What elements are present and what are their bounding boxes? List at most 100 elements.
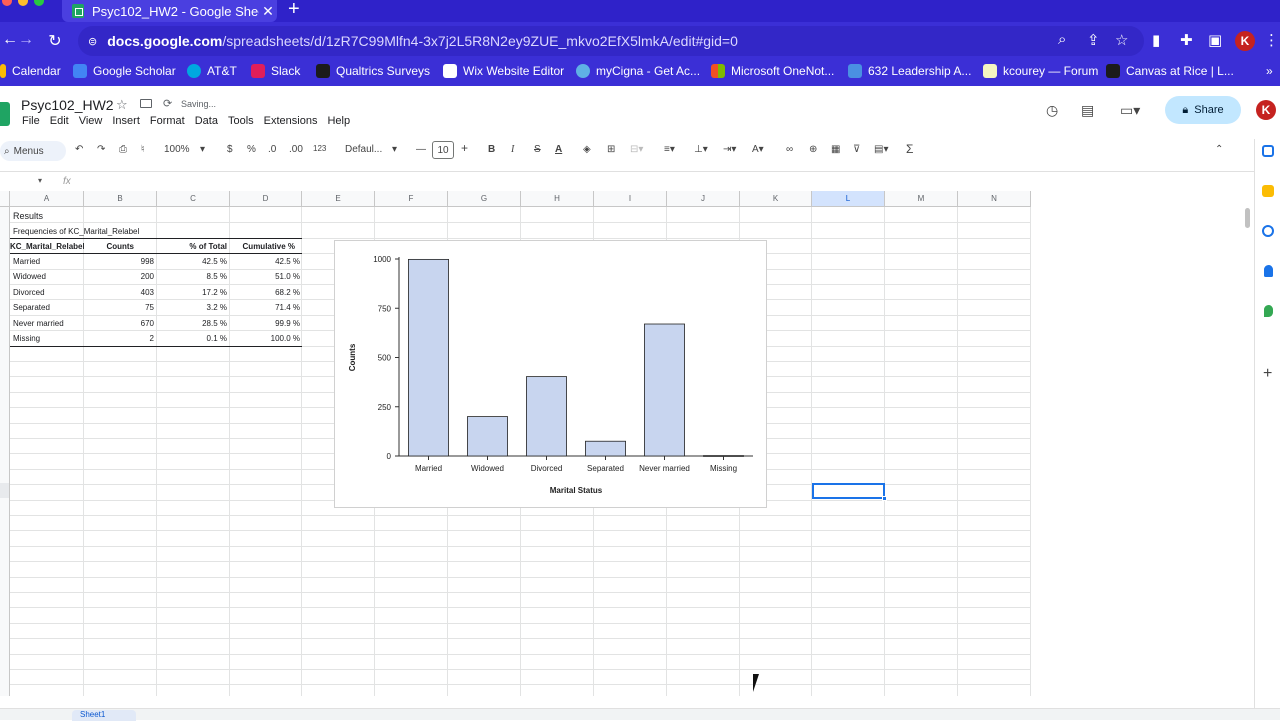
zoom-window-button[interactable] <box>34 0 44 6</box>
bookmark-kcourey-forum[interactable]: kcourey — Forum <box>983 64 1098 78</box>
contacts-icon[interactable] <box>1264 265 1273 277</box>
column-header-g[interactable]: G <box>448 191 521 207</box>
sheets-logo-icon[interactable] <box>0 102 10 126</box>
bookmark-qualtrics[interactable]: Qualtrics Surveys <box>316 64 430 78</box>
font-size-input[interactable]: 10 <box>432 141 454 159</box>
redo-icon[interactable]: ↷ <box>97 144 105 155</box>
zoom-select[interactable]: 100% <box>164 144 190 155</box>
reload-icon[interactable]: ↻ <box>45 31 65 51</box>
text-color-button[interactable]: A <box>555 144 562 155</box>
column-header-d[interactable]: D <box>230 191 302 207</box>
bookmark-att[interactable]: AT&T <box>187 64 237 78</box>
increase-decimal-button[interactable]: .00 <box>289 144 303 155</box>
filter-views-icon[interactable]: ▤▾ <box>874 144 888 155</box>
bookmark-onenote[interactable]: Microsoft OneNot... <box>711 64 834 78</box>
italic-button[interactable]: I <box>511 144 514 155</box>
bookmark-leadership[interactable]: 632 Leadership A... <box>848 64 971 78</box>
column-header-k[interactable]: K <box>740 191 812 207</box>
active-cell-l20[interactable] <box>812 483 885 499</box>
column-header-e[interactable]: E <box>302 191 375 207</box>
bookmark-canvas[interactable]: Canvas at Rice | L... <box>1106 64 1234 78</box>
row-header-selected[interactable] <box>0 483 10 498</box>
menu-help[interactable]: Help <box>327 115 350 127</box>
menu-view[interactable]: View <box>79 115 103 127</box>
column-header-b[interactable]: B <box>84 191 157 207</box>
select-all-corner[interactable] <box>0 191 10 207</box>
borders-icon[interactable]: ⊞ <box>607 144 615 155</box>
menu-file[interactable]: File <box>22 115 40 127</box>
search-icon[interactable]: ⌕ <box>1058 31 1066 48</box>
percent-format-button[interactable]: % <box>247 144 256 155</box>
bookmarks-overflow-button[interactable]: » <box>1266 64 1273 78</box>
sidebar-icon[interactable]: ▣ <box>1208 31 1222 49</box>
text-wrapping-icon[interactable]: ⇥▾ <box>723 144 736 155</box>
new-tab-button[interactable]: + <box>288 0 300 21</box>
meet-video-icon[interactable]: ▭▾ <box>1120 102 1140 119</box>
functions-button[interactable]: Σ <box>906 142 913 156</box>
tasks-icon[interactable] <box>1262 225 1274 237</box>
move-folder-icon[interactable] <box>140 99 152 108</box>
fill-color-icon[interactable]: ◈ <box>583 144 591 155</box>
share-page-icon[interactable]: ⇪ <box>1087 31 1100 49</box>
share-button[interactable]: 🔒︎ Share <box>1165 96 1241 124</box>
collapse-menus-icon[interactable]: ⌃ <box>1215 144 1223 155</box>
bookmark-slack[interactable]: Slack <box>251 64 300 78</box>
menu-tools[interactable]: Tools <box>228 115 254 127</box>
paint-format-icon[interactable]: ♮ <box>141 144 145 155</box>
document-title[interactable]: Psyc102_HW2 <box>21 97 114 113</box>
chevron-down-icon[interactable]: ▾ <box>200 144 205 155</box>
more-formats-button[interactable]: 123 <box>313 144 326 153</box>
name-box-dropdown-icon[interactable]: ▾ <box>38 176 42 185</box>
font-family-select[interactable]: Defaul... <box>345 144 382 155</box>
column-header-i[interactable]: I <box>594 191 667 207</box>
bookmark-calendar[interactable]: Calendar <box>0 64 61 78</box>
close-window-button[interactable] <box>2 0 12 6</box>
menu-edit[interactable]: Edit <box>50 115 69 127</box>
menu-format[interactable]: Format <box>150 115 185 127</box>
column-header-m[interactable]: M <box>885 191 958 207</box>
extensions-puzzle-icon[interactable]: ✚ <box>1180 31 1193 49</box>
doc-icon[interactable]: ▮ <box>1152 31 1160 49</box>
horizontal-align-icon[interactable]: ≡▾ <box>664 144 675 155</box>
vertical-align-icon[interactable]: ⊥▾ <box>694 144 708 155</box>
bookmark-mycigna[interactable]: myCigna - Get Ac... <box>576 64 700 78</box>
strikethrough-button[interactable]: S <box>534 144 541 155</box>
maps-icon[interactable] <box>1264 305 1273 317</box>
column-header-l[interactable]: L <box>812 191 885 207</box>
account-avatar[interactable]: K <box>1256 100 1276 120</box>
column-header-a[interactable]: A <box>10 191 84 207</box>
keep-icon[interactable] <box>1262 185 1274 197</box>
menus-search[interactable]: ⌕ Menus <box>0 141 66 161</box>
bold-button[interactable]: B <box>488 144 495 155</box>
filter-icon[interactable]: ⊽ <box>853 144 860 155</box>
fill-handle[interactable] <box>882 496 887 501</box>
marital-status-chart[interactable]: 0 250 500 750 1000 Married Widowed Divorced Sepa… <box>334 240 767 508</box>
print-icon[interactable]: ⎙ <box>119 144 127 155</box>
column-header-f[interactable]: F <box>375 191 448 207</box>
column-header-c[interactable]: C <box>157 191 230 207</box>
merge-cells-icon[interactable]: ⊟▾ <box>630 144 643 155</box>
vertical-scrollbar[interactable] <box>1245 208 1250 228</box>
sheet-tab-sheet1[interactable]: Sheet1 <box>72 710 136 721</box>
forward-arrow-icon[interactable]: → <box>16 31 36 49</box>
close-tab-icon[interactable]: ✕ <box>259 3 277 20</box>
menu-insert[interactable]: Insert <box>112 115 140 127</box>
menu-data[interactable]: Data <box>195 115 218 127</box>
add-addon-icon[interactable]: + <box>1263 365 1272 383</box>
decrease-font-size-button[interactable]: — <box>416 144 426 155</box>
increase-font-size-button[interactable]: + <box>461 141 468 155</box>
menu-extensions[interactable]: Extensions <box>264 115 318 127</box>
more-vert-icon[interactable]: ⋮ <box>1264 31 1279 49</box>
minimize-window-button[interactable] <box>18 0 28 6</box>
insert-link-icon[interactable]: ∞ <box>786 144 793 155</box>
chevron-down-icon[interactable]: ▾ <box>392 144 397 155</box>
insert-chart-icon[interactable]: ▦ <box>831 144 840 155</box>
bookmark-google-scholar[interactable]: Google Scholar <box>73 64 176 78</box>
undo-icon[interactable]: ↶ <box>75 144 83 155</box>
column-header-h[interactable]: H <box>521 191 594 207</box>
column-header-n[interactable]: N <box>958 191 1031 207</box>
row-header-strip[interactable] <box>0 207 10 696</box>
text-rotation-icon[interactable]: A▾ <box>752 144 764 155</box>
bookmark-star-icon[interactable]: ☆ <box>1115 31 1128 49</box>
insert-comment-icon[interactable]: ⊕ <box>809 144 817 155</box>
